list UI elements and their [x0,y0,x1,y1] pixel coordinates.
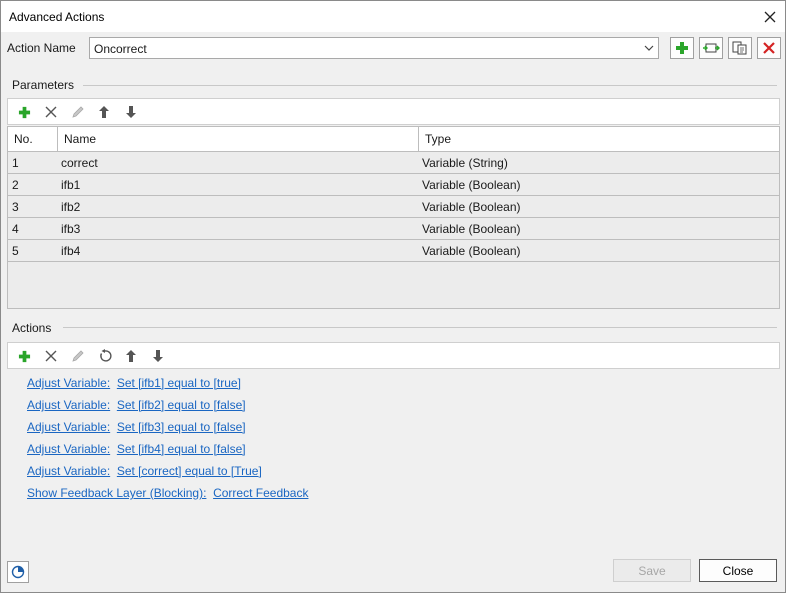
action-item: Show Feedback Layer (Blocking): Correct … [27,486,308,502]
table-row[interactable]: 5 ifb4 Variable (Boolean) [8,240,779,262]
parameters-table-header: No. Name Type [8,127,779,152]
add-parameter-button[interactable] [14,102,34,122]
pencil-icon [72,350,84,362]
add-icon [18,350,30,362]
arrow-up-icon [99,106,109,118]
duplicate-action-button[interactable] [728,37,752,59]
remove-icon [45,350,57,362]
title-bar: Advanced Actions [1,1,785,32]
row-number: 5 [12,244,19,258]
arrow-up-icon [126,350,136,362]
move-parameter-up-button[interactable] [94,102,114,122]
action-item: Adjust Variable: Set [ifb3] equal to [fa… [27,420,246,436]
close-button[interactable]: Close [699,559,777,582]
delete-action-button[interactable] [757,37,781,59]
column-header-no[interactable]: No. [10,128,33,150]
actions-toolbar [7,342,780,369]
table-row[interactable]: 2 ifb1 Variable (Boolean) [8,174,779,196]
row-name: correct [61,156,98,170]
remove-action-step-button[interactable] [41,346,61,366]
table-row[interactable]: 1 correct Variable (String) [8,152,779,174]
action-type-link[interactable]: Adjust Variable: [27,442,110,456]
parameters-divider [83,85,777,86]
row-type: Variable (Boolean) [422,244,521,258]
pencil-icon [72,106,84,118]
preview-button[interactable] [7,561,29,583]
import-export-icon [703,43,720,53]
window-title: Advanced Actions [9,10,105,24]
delete-icon [763,42,775,54]
row-number: 1 [12,156,19,170]
action-name-label: Action Name [7,41,76,55]
parameters-toolbar [7,98,780,125]
remove-icon [45,106,57,118]
undo-icon [100,349,112,362]
row-number: 2 [12,178,19,192]
row-number: 4 [12,222,19,236]
move-parameter-down-button[interactable] [121,102,141,122]
add-icon [18,106,30,118]
action-item: Adjust Variable: Set [ifb1] equal to [tr… [27,376,241,392]
table-row[interactable]: 3 ifb2 Variable (Boolean) [8,196,779,218]
remove-parameter-button[interactable] [41,102,61,122]
add-action-step-button[interactable] [14,346,34,366]
table-row[interactable]: 4 ifb3 Variable (Boolean) [8,218,779,240]
move-action-up-button[interactable] [121,346,141,366]
row-name: ifb2 [61,200,81,214]
action-detail-link[interactable]: Set [ifb4] equal to [false] [117,442,246,456]
action-detail-link[interactable]: Set [ifb2] equal to [false] [117,398,246,412]
duplicate-icon [732,41,747,55]
chevron-down-icon [644,45,654,51]
action-name-combo[interactable]: Oncorrect [89,37,659,59]
action-type-link[interactable]: Show Feedback Layer (Blocking): [27,486,206,500]
action-detail-link[interactable]: Set [correct] equal to [True] [117,464,262,478]
pie-chart-icon [11,565,25,579]
advanced-actions-dialog: Advanced Actions Action Name Oncorrect P… [0,0,786,593]
row-type: Variable (Boolean) [422,200,521,214]
action-detail-link[interactable]: Set [ifb1] equal to [true] [117,376,241,390]
window-close-button[interactable] [755,1,785,32]
edit-parameter-button[interactable] [68,102,88,122]
action-detail-link[interactable]: Correct Feedback [213,486,308,500]
action-type-link[interactable]: Adjust Variable: [27,420,110,434]
arrow-down-icon [126,106,136,118]
row-type: Variable (String) [422,156,508,170]
arrow-down-icon [153,350,163,362]
row-type: Variable (Boolean) [422,222,521,236]
save-button[interactable]: Save [613,559,691,582]
edit-action-step-button[interactable] [68,346,88,366]
action-detail-link[interactable]: Set [ifb3] equal to [false] [117,420,246,434]
add-icon [676,42,688,54]
actions-section-label: Actions [12,321,52,335]
row-name: ifb3 [61,222,81,236]
column-header-type[interactable]: Type [421,128,451,150]
action-name-value: Oncorrect [94,42,147,56]
actions-divider [63,327,777,328]
row-name: ifb1 [61,178,81,192]
action-item: Adjust Variable: Set [ifb2] equal to [fa… [27,398,246,414]
action-item: Adjust Variable: Set [correct] equal to … [27,464,262,480]
action-type-link[interactable]: Adjust Variable: [27,376,110,390]
action-type-link[interactable]: Adjust Variable: [27,398,110,412]
move-action-down-button[interactable] [148,346,168,366]
parameters-section-label: Parameters [12,78,75,92]
row-number: 3 [12,200,19,214]
row-name: ifb4 [61,244,81,258]
column-header-name[interactable]: Name [60,128,96,150]
new-action-button[interactable] [670,37,694,59]
import-export-button[interactable] [699,37,723,59]
row-type: Variable (Boolean) [422,178,521,192]
action-type-link[interactable]: Adjust Variable: [27,464,110,478]
parameters-table: No. Name Type 1 correct Variable (String… [7,126,780,309]
action-item: Adjust Variable: Set [ifb4] equal to [fa… [27,442,246,458]
undo-action-step-button[interactable] [95,346,115,366]
close-icon [764,11,776,22]
